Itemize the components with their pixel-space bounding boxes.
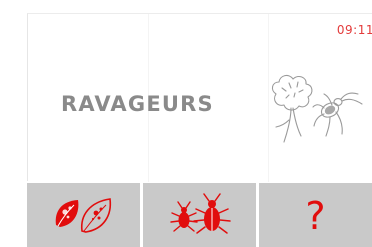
main-screen: 09:11 RAVAGEURS — [27, 13, 372, 182]
page-title: RAVAGEURS — [61, 92, 214, 116]
clock: 09:11 — [336, 23, 372, 37]
toolbar: ? — [27, 183, 372, 247]
pests-button[interactable] — [143, 183, 256, 247]
help-button[interactable]: ? — [259, 183, 372, 247]
diseases-button[interactable] — [27, 183, 140, 247]
insects-icon — [169, 193, 231, 234]
pest-on-plant-icon — [271, 74, 363, 143]
app-frame: 09:11 RAVAGEURS ? — [0, 0, 372, 247]
help-icon: ? — [305, 194, 326, 238]
diseased-leaves-icon — [55, 198, 111, 233]
